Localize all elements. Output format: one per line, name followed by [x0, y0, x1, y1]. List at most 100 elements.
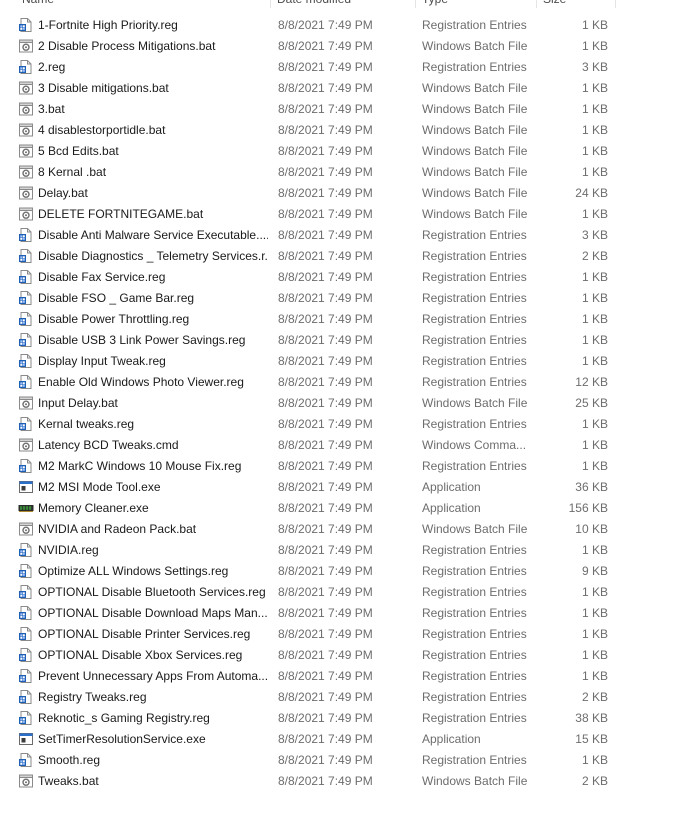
file-size: 1 KB	[581, 585, 608, 599]
file-size: 1 KB	[581, 606, 608, 620]
file-date-modified: 8/8/2021 7:49 PM	[278, 606, 373, 620]
file-name: Disable Power Throttling.reg	[38, 312, 190, 326]
file-row[interactable]: Reknotic_s Gaming Registry.reg 8/8/2021 7…	[16, 708, 616, 729]
file-name: Prevent Unnecessary Apps From Automa...	[38, 669, 268, 683]
file-row[interactable]: 3 Disable mitigations.bat 8/8/2021 7:49 P…	[16, 78, 616, 99]
file-type: Registration Entries	[422, 354, 527, 368]
file-row[interactable]: OPTIONAL Disable Bluetooth Services.reg 8…	[16, 582, 616, 603]
file-name: Disable Fax Service.reg	[38, 270, 166, 284]
file-name: 8 Kernal .bat	[38, 165, 107, 179]
file-size: 1 KB	[581, 81, 608, 95]
file-type: Windows Batch File	[422, 207, 528, 221]
file-size: 1 KB	[581, 459, 608, 473]
file-row[interactable]: Delay.bat 8/8/2021 7:49 PM Windows Batch F…	[16, 183, 616, 204]
file-size: 1 KB	[581, 270, 608, 284]
file-type: Registration Entries	[422, 753, 527, 767]
file-row[interactable]: Registry Tweaks.reg 8/8/2021 7:49 PM Regis…	[16, 687, 616, 708]
file-date-modified: 8/8/2021 7:49 PM	[278, 501, 373, 515]
file-row[interactable]: SetTimerResolutionService.exe 8/8/2021 7:…	[16, 729, 616, 750]
file-row[interactable]: Prevent Unnecessary Apps From Automa... 8…	[16, 666, 616, 687]
reg-file-icon	[18, 59, 34, 75]
file-date-modified: 8/8/2021 7:49 PM	[278, 312, 373, 326]
file-type: Windows Batch File	[422, 522, 528, 536]
file-name: Disable USB 3 Link Power Savings.reg	[38, 333, 246, 347]
file-date-modified: 8/8/2021 7:49 PM	[278, 543, 373, 557]
file-row[interactable]: Disable FSO _ Game Bar.reg 8/8/2021 7:49 …	[16, 288, 616, 309]
file-size: 36 KB	[575, 480, 608, 494]
file-name: Kernal tweaks.reg	[38, 417, 135, 431]
file-row[interactable]: 1-Fortnite High Priority.reg 8/8/2021 7:4…	[16, 15, 616, 36]
bat-file-icon	[18, 38, 34, 54]
file-size: 3 KB	[581, 60, 608, 74]
reg-file-icon	[18, 689, 34, 705]
column-header-name[interactable]: Name	[16, 0, 270, 8]
file-date-modified: 8/8/2021 7:49 PM	[278, 375, 373, 389]
column-header-date-modified[interactable]: Date modified	[271, 0, 415, 8]
file-date-modified: 8/8/2021 7:49 PM	[278, 648, 373, 662]
file-row[interactable]: 8 Kernal .bat 8/8/2021 7:49 PM Windows Bat…	[16, 162, 616, 183]
column-header-type[interactable]: Type	[416, 0, 536, 8]
column-divider[interactable]	[615, 0, 616, 8]
file-row[interactable]: Disable Fax Service.reg 8/8/2021 7:49 PM R…	[16, 267, 616, 288]
file-name: OPTIONAL Disable Printer Services.reg	[38, 627, 251, 641]
file-name: 3.bat	[38, 102, 65, 116]
file-row[interactable]: Latency BCD Tweaks.cmd 8/8/2021 7:49 PM Wi…	[16, 435, 616, 456]
file-type: Registration Entries	[422, 60, 527, 74]
file-type: Registration Entries	[422, 417, 527, 431]
file-row[interactable]: Display Input Tweak.reg 8/8/2021 7:49 PM R…	[16, 351, 616, 372]
file-row[interactable]: Disable USB 3 Link Power Savings.reg 8/8/…	[16, 330, 616, 351]
file-date-modified: 8/8/2021 7:49 PM	[278, 354, 373, 368]
file-date-modified: 8/8/2021 7:49 PM	[278, 627, 373, 641]
file-type: Windows Batch File	[422, 102, 528, 116]
file-name: 2 Disable Process Mitigations.bat	[38, 39, 216, 53]
file-row[interactable]: NVIDIA and Radeon Pack.bat 8/8/2021 7:49 …	[16, 519, 616, 540]
file-size: 24 KB	[575, 186, 608, 200]
file-row[interactable]: DELETE FORTNITEGAME.bat 8/8/2021 7:49 PM W…	[16, 204, 616, 225]
file-row[interactable]: 2 Disable Process Mitigations.bat 8/8/202…	[16, 36, 616, 57]
file-row[interactable]: Smooth.reg 8/8/2021 7:49 PM Registration E…	[16, 750, 616, 771]
file-row[interactable]: OPTIONAL Disable Download Maps Man... 8/8…	[16, 603, 616, 624]
file-row[interactable]: Memory Cleaner.exe 8/8/2021 7:49 PM Applic…	[16, 498, 616, 519]
file-row[interactable]: Tweaks.bat 8/8/2021 7:49 PM Windows Batch …	[16, 771, 616, 792]
file-name: NVIDIA.reg	[38, 543, 99, 557]
file-date-modified: 8/8/2021 7:49 PM	[278, 753, 373, 767]
file-date-modified: 8/8/2021 7:49 PM	[278, 165, 373, 179]
file-row[interactable]: Kernal tweaks.reg 8/8/2021 7:49 PM Registr…	[16, 414, 616, 435]
file-row[interactable]: 2.reg 8/8/2021 7:49 PM Registration Entrie…	[16, 57, 616, 78]
reg-file-icon	[18, 290, 34, 306]
file-name: 1-Fortnite High Priority.reg	[38, 18, 178, 32]
file-name: Memory Cleaner.exe	[38, 501, 149, 515]
file-name: Input Delay.bat	[38, 396, 118, 410]
file-type: Registration Entries	[422, 648, 527, 662]
file-row[interactable]: Disable Power Throttling.reg 8/8/2021 7:4…	[16, 309, 616, 330]
file-size: 25 KB	[575, 396, 608, 410]
file-name: 3 Disable mitigations.bat	[38, 81, 169, 95]
file-row[interactable]: OPTIONAL Disable Printer Services.reg 8/8…	[16, 624, 616, 645]
file-name: OPTIONAL Disable Bluetooth Services.reg	[38, 585, 266, 599]
bat-file-icon	[18, 206, 34, 222]
file-row[interactable]: OPTIONAL Disable Xbox Services.reg 8/8/20…	[16, 645, 616, 666]
file-row[interactable]: Optimize ALL Windows Settings.reg 8/8/202…	[16, 561, 616, 582]
file-row[interactable]: Enable Old Windows Photo Viewer.reg 8/8/2…	[16, 372, 616, 393]
file-row[interactable]: 4 disablestorportidle.bat 8/8/2021 7:49 P…	[16, 120, 616, 141]
file-type: Windows Batch File	[422, 123, 528, 137]
reg-file-icon	[18, 710, 34, 726]
file-row[interactable]: M2 MarkC Windows 10 Mouse Fix.reg 8/8/202…	[16, 456, 616, 477]
file-type: Registration Entries	[422, 375, 527, 389]
file-date-modified: 8/8/2021 7:49 PM	[278, 102, 373, 116]
file-type: Windows Batch File	[422, 186, 528, 200]
file-row[interactable]: 3.bat 8/8/2021 7:49 PM Windows Batch File 1…	[16, 99, 616, 120]
file-row[interactable]: Disable Diagnostics _ Telemetry Services…	[16, 246, 616, 267]
column-header-size[interactable]: Size	[537, 0, 615, 8]
file-row[interactable]: 5 Bcd Edits.bat 8/8/2021 7:49 PM Windows B…	[16, 141, 616, 162]
file-row[interactable]: M2 MSI Mode Tool.exe 8/8/2021 7:49 PM Appl…	[16, 477, 616, 498]
file-date-modified: 8/8/2021 7:49 PM	[278, 60, 373, 74]
file-date-modified: 8/8/2021 7:49 PM	[278, 39, 373, 53]
file-row[interactable]: Disable Anti Malware Service Executable.…	[16, 225, 616, 246]
file-row[interactable]: NVIDIA.reg 8/8/2021 7:49 PM Registration E…	[16, 540, 616, 561]
file-type: Registration Entries	[422, 291, 527, 305]
memory-app-icon	[18, 500, 34, 516]
file-row[interactable]: Input Delay.bat 8/8/2021 7:49 PM Windows B…	[16, 393, 616, 414]
file-size: 1 KB	[581, 438, 608, 452]
file-date-modified: 8/8/2021 7:49 PM	[278, 711, 373, 725]
